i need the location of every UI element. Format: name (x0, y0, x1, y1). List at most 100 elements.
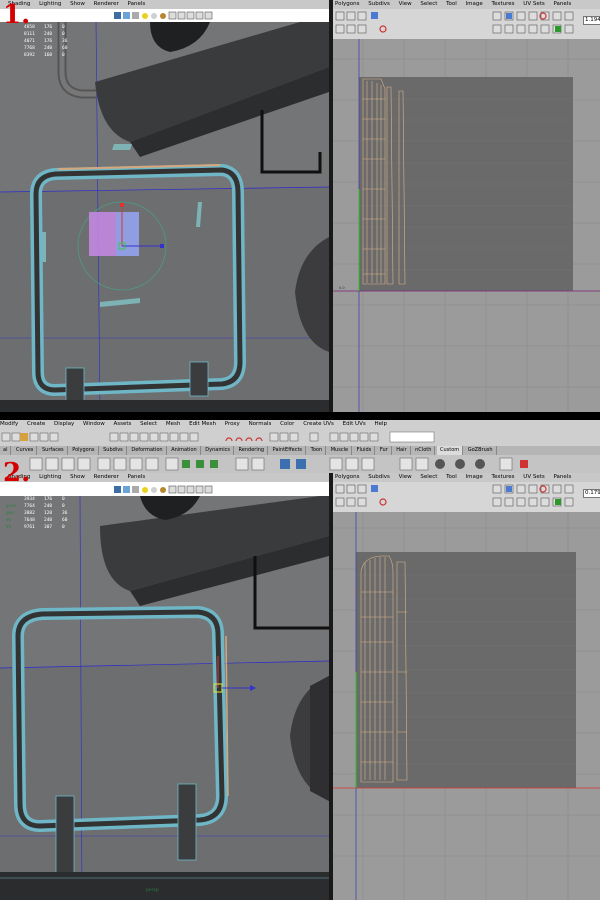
menu-window[interactable]: Window (83, 420, 105, 429)
menu-modify[interactable]: Modify (0, 420, 18, 429)
hud-row: 8392 160 0 (24, 53, 65, 58)
menu-edit-uvs[interactable]: Edit UVs (343, 420, 366, 429)
shelf-tab-painteffects[interactable]: PaintEffects (270, 446, 307, 455)
shelf-tab-hair[interactable]: Hair (393, 446, 411, 455)
shelf-tab-ncloth[interactable]: nCloth (412, 446, 436, 455)
uv-texture-editor[interactable]: 0.0 (333, 39, 600, 412)
shelf-tab-animation[interactable]: Animation (168, 446, 201, 455)
uv-menu-textures[interactable]: Textures (492, 0, 515, 9)
hud-row: 7768 240 60 (24, 46, 68, 51)
uv-tick: 0.0 (339, 286, 345, 290)
shade-smooth-icon (123, 486, 130, 493)
uv-menu-tool[interactable]: Tool (446, 0, 457, 9)
uv-menu-panels[interactable]: Panels (553, 0, 571, 9)
shelf-tab-dynamics[interactable]: Dynamics (202, 446, 234, 455)
uv-menu-image[interactable]: Image (466, 0, 483, 9)
uv-menu-select[interactable]: Select (420, 0, 437, 9)
perspective-viewport[interactable]: 3934 176 0 gles 7764 240 0 ges 3882 120 36 es 764… (0, 496, 329, 900)
uv-zoom-field[interactable]: 0.179 (583, 489, 600, 498)
uv-menu-polygons[interactable]: Polygons (335, 0, 359, 9)
uv-grid (333, 39, 600, 412)
shelf-tab-fur[interactable]: Fur (377, 446, 392, 455)
shelf-tab-fluids[interactable]: Fluids (354, 446, 376, 455)
light-default-icon (151, 487, 157, 493)
light-icon (142, 487, 148, 493)
menu-proxy[interactable]: Proxy (225, 420, 240, 429)
uv-toolbar-icons[interactable] (333, 9, 600, 39)
uv-menu-textures[interactable]: Textures (492, 473, 515, 482)
menu-normals[interactable]: Normals (249, 420, 272, 429)
shade-texture-icon (132, 12, 139, 19)
uv-menu-subdivs[interactable]: Subdivs (368, 473, 390, 482)
uv-menu-polygons[interactable]: Polygons (335, 473, 359, 482)
hud-row: ges 3882 120 36 (6, 511, 68, 516)
status-line-icons[interactable] (0, 429, 600, 446)
hud-row: es 7648 240 60 (6, 518, 68, 523)
menu-color[interactable]: Color (280, 420, 294, 429)
uv-toolbar-icons[interactable] (333, 482, 600, 512)
uv-menu-uvsets[interactable]: UV Sets (523, 473, 544, 482)
shelf-tab-curves[interactable]: Curves (13, 446, 38, 455)
shelf-icon-row[interactable] (0, 455, 600, 473)
isolate-icon (177, 485, 186, 494)
shelf-tabs: al Curves Surfaces Polygons Subdivs Defo… (0, 446, 600, 455)
uv-menu-uvsets[interactable]: UV Sets (523, 0, 544, 9)
menu-panels[interactable]: Panels (128, 473, 146, 482)
uv-menu-image[interactable]: Image (466, 473, 483, 482)
panel-divider (0, 412, 600, 420)
menu-renderer[interactable]: Renderer (94, 0, 119, 9)
shelf-tab-toon[interactable]: Toon (308, 446, 327, 455)
shelf-tab-subdivs[interactable]: Subdivs (100, 446, 127, 455)
viewport-menubar: Shading Lighting Show Renderer Panels (0, 0, 336, 9)
menu-renderer[interactable]: Renderer (94, 473, 119, 482)
viewport-menubar: Shading Lighting Show Renderer Panels (0, 473, 336, 482)
menu-select[interactable]: Select (140, 420, 157, 429)
shade-wire-icon (114, 486, 121, 493)
uv-toolbar (333, 482, 600, 512)
uv-zoom-field[interactable]: 1.194 (583, 16, 600, 25)
menu-mesh[interactable]: Mesh (166, 420, 180, 429)
shelf-tab-surfaces[interactable]: Surfaces (39, 446, 68, 455)
shelf-tab[interactable]: al (0, 446, 12, 455)
menu-show[interactable]: Show (70, 473, 85, 482)
resolution-gate-icon (195, 485, 204, 494)
perspective-viewport[interactable]: 4858 176 0 8111 240 0 4071 176 36 7768 240 60 83… (0, 22, 329, 412)
step-number-label: 1. (3, 0, 31, 30)
menu-create-uvs[interactable]: Create UVs (303, 420, 334, 429)
uv-menu-view[interactable]: View (399, 473, 412, 482)
shelf-tab-rendering[interactable]: Rendering (236, 446, 269, 455)
uv-texture-editor[interactable] (333, 512, 600, 900)
resolution-gate-icon (195, 11, 204, 20)
shelf-tab-gozbrush[interactable]: GoZBrush (465, 446, 497, 455)
screenshot-step-1: Shading Lighting Show Renderer Panels 48… (0, 0, 600, 412)
shadow-icon (160, 487, 166, 493)
uv-menu-subdivs[interactable]: Subdivs (368, 0, 390, 9)
menu-edit-mesh[interactable]: Edit Mesh (189, 420, 216, 429)
shelf-tab-deformation[interactable]: Deformation (128, 446, 167, 455)
uv-menu-tool[interactable]: Tool (446, 473, 457, 482)
hud-row: 8111 240 0 (24, 32, 65, 37)
menu-lighting[interactable]: Lighting (39, 473, 61, 482)
shelf-tab-polygons[interactable]: Polygons (69, 446, 99, 455)
shade-texture-icon (132, 486, 139, 493)
uv-menu-panels[interactable]: Panels (553, 473, 571, 482)
poly-count-hud: 3934 176 0 gles 7764 240 0 ges 3882 120 36 es 764… (6, 496, 72, 531)
menu-help[interactable]: Help (374, 420, 387, 429)
viewport-scene (0, 22, 329, 412)
uv-grid (333, 512, 600, 900)
menu-show[interactable]: Show (70, 0, 85, 9)
command-field (389, 431, 435, 443)
menu-display[interactable]: Display (54, 420, 74, 429)
menu-panels[interactable]: Panels (128, 0, 146, 9)
menu-lighting[interactable]: Lighting (39, 0, 61, 9)
uv-editor-menubar: Polygons Subdivs View Select Tool Image … (333, 473, 600, 482)
menu-assets[interactable]: Assets (113, 420, 131, 429)
shelf-tab-muscle[interactable]: Muscle (328, 446, 353, 455)
hud-row: 4071 176 36 (24, 39, 68, 44)
uv-menu-view[interactable]: View (399, 0, 412, 9)
status-line (0, 429, 600, 446)
menu-create[interactable]: Create (27, 420, 45, 429)
shelf-tab-custom[interactable]: Custom (436, 446, 464, 455)
light-default-icon (151, 13, 157, 19)
uv-menu-select[interactable]: Select (420, 473, 437, 482)
